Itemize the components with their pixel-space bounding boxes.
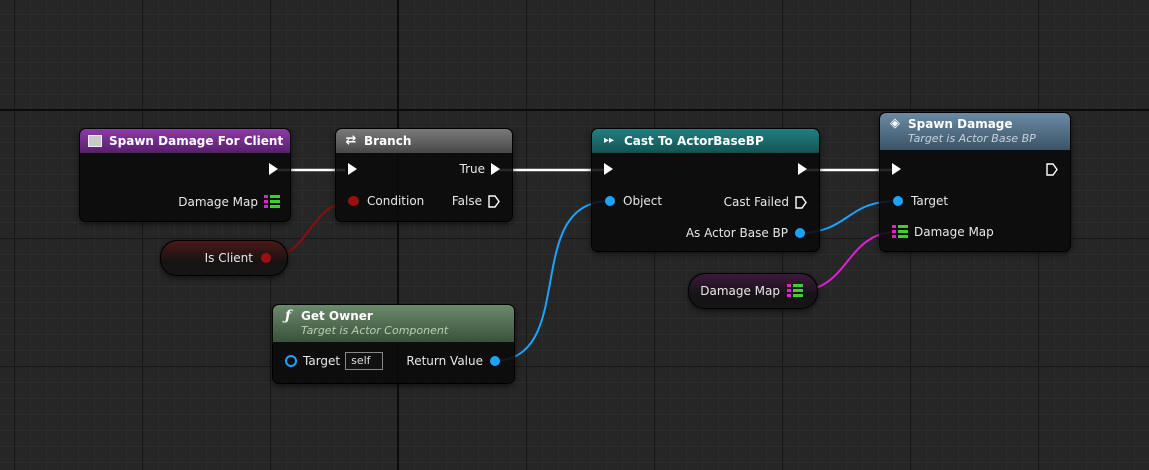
map-icon — [892, 225, 908, 239]
exec-in-pin[interactable] — [892, 163, 901, 175]
function-f-icon: ƒ — [284, 308, 292, 324]
pin-label: Object — [623, 194, 663, 208]
true-exec-out-pin[interactable]: True — [459, 162, 500, 176]
object-pin-icon — [490, 356, 500, 366]
exec-arrow-icon — [348, 163, 357, 175]
node-spawn-damage[interactable]: ◈ Spawn Damage Target is Actor Base BP T… — [879, 112, 1071, 252]
pin-label: Condition — [367, 194, 425, 208]
object-pin-icon — [605, 196, 615, 206]
exec-arrow-icon — [269, 163, 278, 175]
exec-arrow-icon — [604, 163, 613, 175]
node-header[interactable]: Spawn Damage For Client — [80, 129, 290, 153]
event-icon — [88, 134, 102, 147]
exec-out-pin[interactable] — [269, 163, 278, 175]
pin-label: False — [451, 194, 482, 208]
bool-pin-icon — [261, 253, 271, 263]
pin-label: Damage Map — [700, 284, 780, 298]
variable-node-damage-map[interactable]: Damage Map — [688, 273, 818, 309]
exec-outline-icon — [795, 195, 807, 209]
object-pin-icon — [795, 228, 805, 238]
node-subtitle: Target is Actor Base BP — [908, 132, 1036, 145]
pin-label: As Actor Base BP — [685, 226, 788, 240]
exec-outline-icon — [1046, 163, 1058, 176]
pin-label: Target — [303, 354, 341, 368]
exec-outline-icon — [488, 194, 500, 208]
map-icon — [264, 195, 280, 209]
return-value-out-pin[interactable]: Return Value — [406, 354, 500, 368]
damage-map-in-pin[interactable]: Damage Map — [892, 225, 994, 239]
node-title: Get Owner — [301, 309, 373, 323]
grid-axis-vertical — [397, 0, 399, 470]
node-spawn-damage-for-client[interactable]: Spawn Damage For Client Damage Map — [79, 128, 291, 222]
exec-in-pin[interactable] — [604, 163, 613, 175]
pin-label: Damage Map — [914, 225, 994, 239]
object-pin-icon — [893, 196, 903, 206]
node-title: Spawn Damage For Client — [109, 133, 284, 148]
map-icon — [787, 284, 803, 298]
target-in-pin[interactable]: Target self — [285, 352, 384, 370]
object-in-pin[interactable]: Object — [605, 194, 662, 208]
node-subtitle: Target is Actor Component — [301, 324, 449, 337]
node-title: Spawn Damage — [908, 117, 1013, 131]
pin-label: Cast Failed — [723, 195, 789, 209]
exec-arrow-icon — [491, 163, 500, 175]
node-header[interactable]: ⇄ Branch — [336, 129, 512, 153]
grid-axis-horizontal — [0, 109, 1149, 111]
exec-arrow-icon — [798, 163, 807, 175]
pin-label: Damage Map — [178, 195, 258, 209]
node-header[interactable]: ƒ Get Owner Target is Actor Component — [273, 305, 514, 342]
node-header[interactable]: ◈ Spawn Damage Target is Actor Base BP — [880, 113, 1070, 150]
damage-map-out-pin[interactable]: Damage Map — [700, 284, 803, 298]
exec-out-pin[interactable] — [1046, 163, 1058, 176]
node-cast-to-actor-base-bp[interactable]: ▸▸ Cast To ActorBaseBP Object Cast Faile… — [591, 128, 820, 252]
condition-in-pin[interactable]: Condition — [348, 194, 424, 208]
branch-icon: ⇄ — [345, 132, 357, 148]
false-exec-out-pin[interactable]: False — [452, 194, 500, 208]
node-header[interactable]: ▸▸ Cast To ActorBaseBP — [592, 129, 819, 153]
as-actor-base-bp-out-pin[interactable]: As Actor Base BP — [686, 226, 805, 240]
exec-out-pin[interactable] — [798, 163, 807, 175]
variable-node-is-client[interactable]: Is Client — [160, 240, 288, 276]
cast-icon: ▸▸ — [603, 134, 615, 146]
cast-failed-exec-out-pin[interactable]: Cast Failed — [724, 195, 807, 209]
pin-label: Is Client — [204, 251, 253, 265]
node-title: Branch — [364, 133, 412, 148]
damage-map-out-pin[interactable]: Damage Map — [178, 195, 280, 209]
pin-label: Target — [911, 194, 949, 208]
node-get-owner[interactable]: ƒ Get Owner Target is Actor Component Ta… — [272, 304, 515, 384]
pin-label: Return Value — [406, 354, 483, 368]
function-diamond-icon: ◈ — [890, 116, 900, 131]
target-in-pin[interactable]: Target — [893, 194, 948, 208]
node-title: Cast To ActorBaseBP — [624, 133, 764, 148]
self-default-value-input[interactable]: self — [345, 352, 384, 370]
object-pin-outline-icon — [285, 355, 297, 367]
exec-in-pin[interactable] — [348, 163, 357, 175]
bool-pin-icon — [348, 196, 359, 206]
exec-arrow-icon — [892, 163, 901, 175]
pin-label: True — [459, 162, 486, 176]
node-branch[interactable]: ⇄ Branch True Condition False — [335, 128, 513, 222]
is-client-out-pin[interactable]: Is Client — [205, 251, 271, 265]
